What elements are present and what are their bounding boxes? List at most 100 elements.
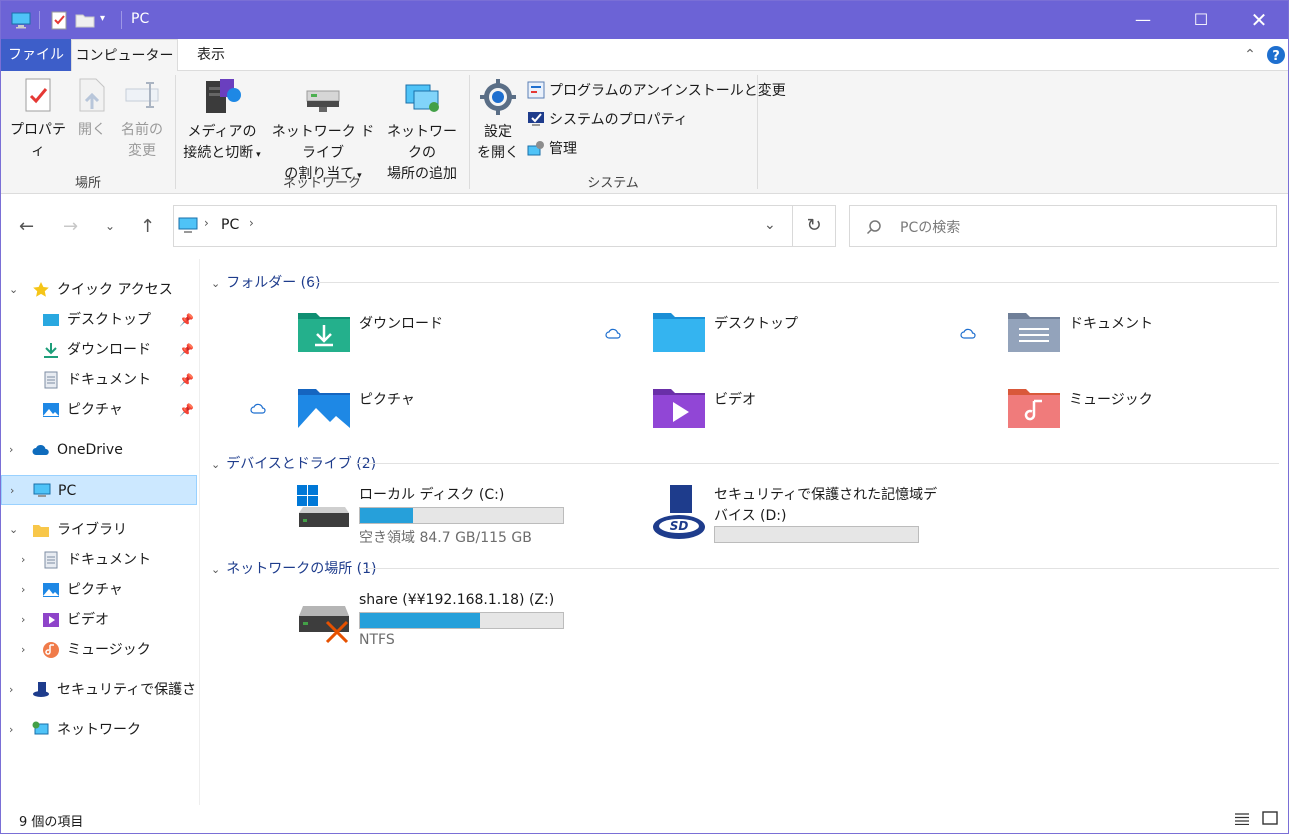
up-button[interactable]: ↑ xyxy=(140,216,155,237)
music-icon xyxy=(43,642,59,658)
folder-desktop[interactable]: デスクトップ xyxy=(652,309,952,369)
music-folder-icon xyxy=(1008,389,1060,428)
expand-chevron-icon[interactable]: ⌄ xyxy=(9,515,18,545)
expand-chevron-icon[interactable]: ⌄ xyxy=(9,275,18,305)
folder-label: ミュージック xyxy=(1069,392,1153,408)
breadcrumb-separator[interactable]: › xyxy=(249,216,254,230)
uninstall-programs-button[interactable]: プログラムのアンインストールと変更 xyxy=(527,80,786,102)
close-button[interactable]: ✕ xyxy=(1230,1,1288,39)
tab-computer[interactable]: コンピューター xyxy=(71,39,178,72)
section-folders[interactable]: ⌄ フォルダー (6) xyxy=(211,272,1281,292)
refresh-button[interactable]: ↻ xyxy=(792,205,836,247)
help-icon[interactable]: ? xyxy=(1266,45,1286,65)
large-icons-view-icon[interactable] xyxy=(1262,811,1278,825)
nav-libraries[interactable]: ⌄ ライブラリ xyxy=(1,515,197,545)
pin-icon[interactable]: 📌 xyxy=(179,395,194,425)
properties-quick-icon[interactable] xyxy=(49,10,69,30)
folder-label: ピクチャ xyxy=(359,392,415,408)
drive-z[interactable]: share (¥¥192.168.1.18) (Z:) NTFS xyxy=(297,588,597,648)
details-view-icon[interactable] xyxy=(1235,813,1249,825)
folder-documents[interactable]: ドキュメント xyxy=(1007,309,1277,369)
document-icon xyxy=(44,551,58,569)
nav-quick-access[interactable]: ⌄ クイック アクセス xyxy=(1,275,197,305)
nav-onedrive[interactable]: › OneDrive xyxy=(1,435,197,465)
nav-lib-music[interactable]: › ミュージック xyxy=(1,635,197,665)
folder-pictures[interactable]: ピクチャ xyxy=(297,385,597,445)
breadcrumb-pc[interactable]: PC xyxy=(221,217,239,233)
folder-videos[interactable]: ビデオ xyxy=(652,385,952,445)
nav-desktop[interactable]: デスクトップ 📌 xyxy=(1,305,197,335)
nav-downloads[interactable]: ダウンロード 📌 xyxy=(1,335,197,365)
expand-chevron-icon[interactable]: › xyxy=(9,435,13,465)
expand-chevron-icon[interactable]: › xyxy=(21,635,25,665)
gear-icon xyxy=(480,79,516,115)
recent-locations-button[interactable]: ⌄ xyxy=(105,219,115,233)
network-drive-icon xyxy=(306,90,340,112)
rename-button: 名前の 変更 xyxy=(117,77,167,162)
expand-chevron-icon[interactable]: › xyxy=(9,675,13,705)
open-settings-button[interactable]: 設定 を開く xyxy=(475,77,521,164)
minimize-button[interactable]: — xyxy=(1114,1,1172,39)
cloud-sync-icon xyxy=(605,328,621,339)
nav-pictures[interactable]: ピクチャ 📌 xyxy=(1,395,197,425)
section-network[interactable]: ⌄ ネットワークの場所 (1) xyxy=(211,558,1281,578)
drive-c[interactable]: ローカル ディスク (C:) 空き領域 84.7 GB/115 GB xyxy=(297,483,597,546)
expand-chevron-icon[interactable]: › xyxy=(10,476,14,506)
address-bar[interactable]: › PC › ⌄ xyxy=(173,205,793,247)
maximize-button[interactable]: ☐ xyxy=(1172,1,1230,39)
pin-icon[interactable]: 📌 xyxy=(179,305,194,335)
drive-label-line-1: セキュリティで保護された記憶域デ xyxy=(714,487,938,503)
pictures-folder-icon xyxy=(298,389,350,428)
manage-label: 管理 xyxy=(549,141,577,157)
nav-network[interactable]: › ネットワーク xyxy=(1,715,197,745)
quick-access-dropdown[interactable]: ▾ xyxy=(100,13,105,24)
section-divider xyxy=(311,282,1279,283)
properties-label: プロパティ xyxy=(10,122,66,159)
collapse-chevron-icon[interactable]: ⌄ xyxy=(211,458,220,471)
add-network-location-button[interactable]: ネットワークの 場所の追加 xyxy=(381,77,463,185)
address-dropdown-button[interactable]: ⌄ xyxy=(764,217,776,233)
settings-label-1: 設定 xyxy=(484,124,512,140)
breadcrumb-separator[interactable]: › xyxy=(204,216,209,230)
collapse-chevron-icon[interactable]: ⌄ xyxy=(211,563,220,576)
back-button[interactable]: ← xyxy=(19,216,34,237)
nav-label: PC xyxy=(58,483,77,499)
search-box[interactable]: PCの検索 xyxy=(849,205,1277,247)
expand-chevron-icon[interactable]: › xyxy=(21,605,25,635)
map-drive-button[interactable]: ネットワーク ドライブ の割り当て ▾ xyxy=(265,77,381,187)
drive-usage-fill xyxy=(360,508,413,523)
folder-downloads[interactable]: ダウンロード xyxy=(297,309,597,369)
properties-icon xyxy=(25,78,51,112)
divider xyxy=(39,11,40,29)
section-devices[interactable]: ⌄ デバイスとドライブ (2) xyxy=(211,453,1281,473)
nav-documents[interactable]: ドキュメント 📌 xyxy=(1,365,197,395)
nav-pc[interactable]: › PC xyxy=(1,475,197,505)
media-connect-button[interactable]: メディアの 接続と切断 ▾ xyxy=(179,77,265,166)
drive-d[interactable]: SD セキュリティで保護された記憶域デ バイス (D:) xyxy=(652,483,952,543)
tab-view[interactable]: 表示 xyxy=(183,39,239,71)
network-place-label-1: ネットワークの xyxy=(387,124,457,161)
drive-label: セキュリティで保護された記憶域デ バイス (D:) xyxy=(714,485,937,527)
manage-button[interactable]: 管理 xyxy=(527,138,577,160)
system-properties-button[interactable]: システムのプロパティ xyxy=(527,109,688,131)
expand-chevron-icon[interactable]: › xyxy=(9,715,13,745)
properties-button[interactable]: プロパティ xyxy=(7,77,69,162)
collapse-ribbon-icon[interactable]: ⌃ xyxy=(1241,39,1259,71)
nav-lib-pictures[interactable]: › ピクチャ xyxy=(1,575,197,605)
nav-lib-documents[interactable]: › ドキュメント xyxy=(1,545,197,575)
tab-file[interactable]: ファイル xyxy=(1,39,71,71)
media-server-icon xyxy=(206,79,241,113)
nav-lib-videos[interactable]: › ビデオ xyxy=(1,605,197,635)
pane-splitter[interactable] xyxy=(199,259,200,805)
drive-label: ローカル ディスク (C:) xyxy=(359,487,505,503)
pin-icon[interactable]: 📌 xyxy=(179,365,194,395)
pin-icon[interactable]: 📌 xyxy=(179,335,194,365)
expand-chevron-icon[interactable]: › xyxy=(21,575,25,605)
nav-secure-device[interactable]: › セキュリティで保護された xyxy=(1,675,197,705)
folder-music[interactable]: ミュージック xyxy=(1007,385,1277,445)
group-label-system: システム xyxy=(587,176,639,191)
expand-chevron-icon[interactable]: › xyxy=(21,545,25,575)
new-folder-quick-icon[interactable] xyxy=(75,10,95,30)
collapse-chevron-icon[interactable]: ⌄ xyxy=(211,277,220,290)
desktop-folder-icon xyxy=(653,313,705,352)
